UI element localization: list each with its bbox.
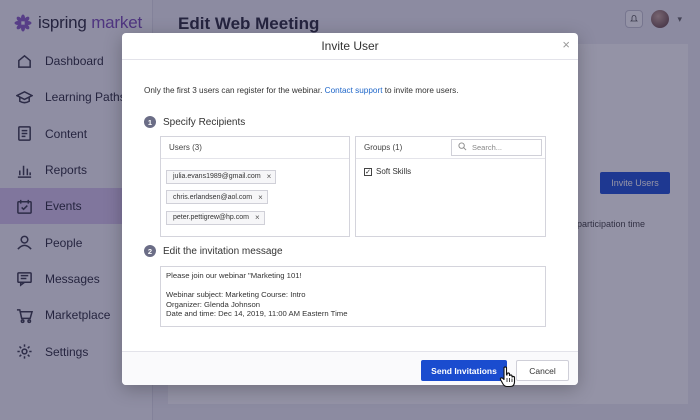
user-email: julia.evans1989@gmail.com (173, 173, 261, 180)
user-email: chris.erlandsen@aol.com (173, 193, 253, 201)
search-icon (458, 142, 467, 153)
remove-icon[interactable]: × (267, 172, 272, 181)
dialog-title: Invite User (321, 39, 379, 53)
cancel-button[interactable]: Cancel (516, 360, 569, 381)
search-placeholder: Search... (472, 143, 503, 152)
user-email: peter.pettigrew@hp.com (173, 214, 249, 221)
remove-icon[interactable]: × (255, 213, 260, 222)
close-icon[interactable]: × (562, 38, 570, 52)
invite-user-dialog: Invite User × Only the first 3 users can… (122, 33, 578, 385)
group-item-soft-skills[interactable]: ✓ Soft Skills (364, 167, 411, 176)
user-chip: julia.evans1989@gmail.com × (166, 169, 277, 184)
hand-cursor-icon (499, 366, 517, 388)
dialog-header: Invite User × (122, 33, 578, 60)
checkbox-checked[interactable]: ✓ (364, 167, 372, 176)
send-invitations-button[interactable]: Send Invitations (421, 360, 507, 381)
invitation-message-textarea[interactable]: Please join our webinar "Marketing 101! … (160, 266, 546, 327)
user-chip: chris.erlandsen@aol.com × (166, 190, 268, 204)
step-label: Edit the invitation message (163, 245, 283, 257)
step-number-badge: 1 (144, 116, 156, 128)
contact-support-link[interactable]: Contact support (325, 86, 383, 95)
remove-icon[interactable]: × (258, 193, 263, 202)
step-number-badge: 2 (144, 245, 156, 257)
group-search-input[interactable]: Search... (451, 139, 542, 156)
user-chip-list: julia.evans1989@gmail.com × chris.erland… (161, 159, 349, 227)
group-label: Soft Skills (376, 167, 412, 176)
step-specify-recipients: 1 Specify Recipients (144, 116, 245, 128)
registration-limit-notice: Only the first 3 users can register for … (144, 86, 459, 95)
step-label: Specify Recipients (163, 116, 246, 128)
groups-panel: Groups (1) Search... ✓ Soft Skills (355, 136, 546, 237)
step-edit-message: 2 Edit the invitation message (144, 245, 283, 257)
user-chip: peter.pettigrew@hp.com × (166, 210, 265, 225)
users-header: Users (3) (161, 137, 349, 159)
users-panel: Users (3) julia.evans1989@gmail.com × ch… (160, 136, 350, 237)
